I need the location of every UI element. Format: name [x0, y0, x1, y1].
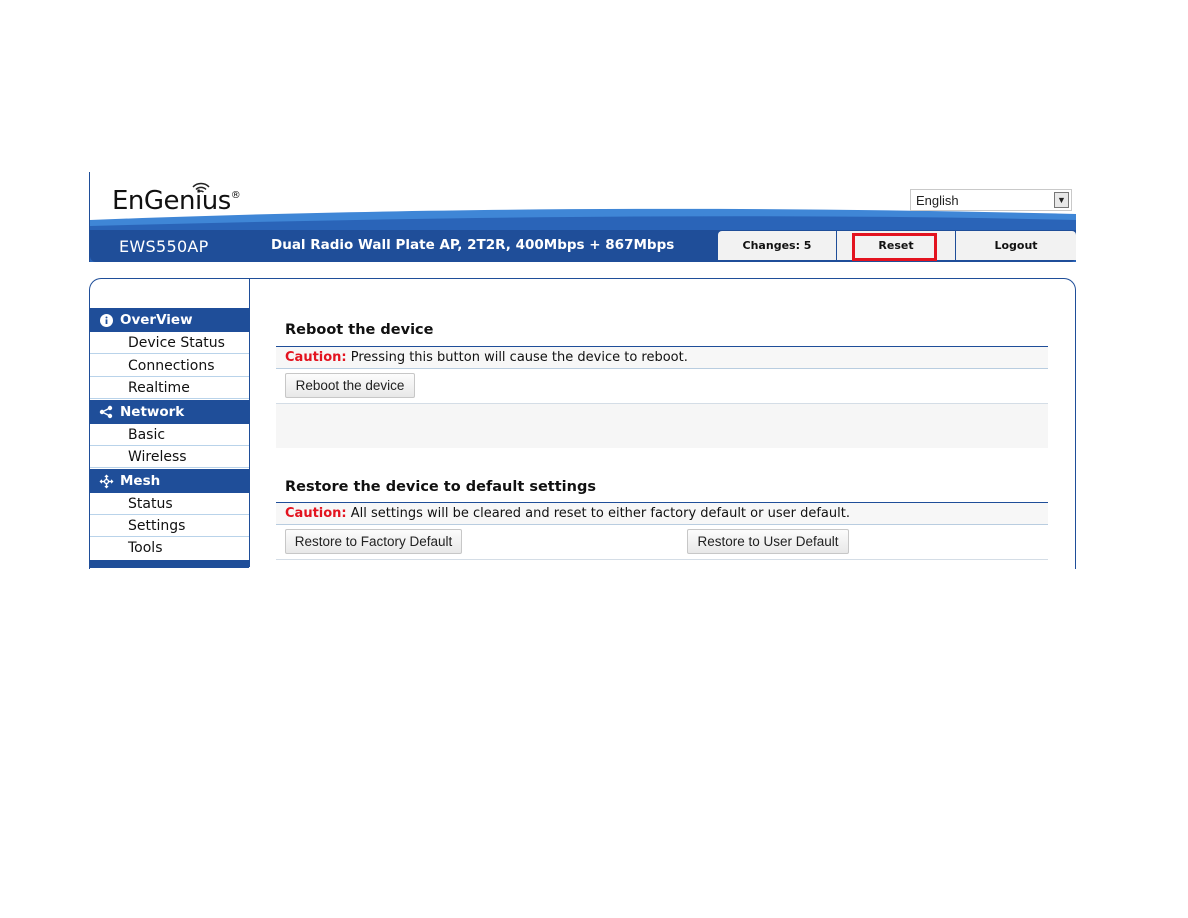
logo-registered-mark: ® — [230, 190, 241, 201]
sidebar-item-basic[interactable]: Basic — [90, 424, 249, 446]
model-name: EWS550AP — [119, 237, 209, 256]
changes-button[interactable]: Changes: 5 — [718, 231, 837, 260]
reboot-section-title: Reboot the device — [285, 322, 434, 338]
restore-user-default-button[interactable]: Restore to User Default — [687, 529, 849, 554]
sidebar-item-device-status[interactable]: Device Status — [90, 332, 249, 354]
section-spacer — [276, 404, 1048, 448]
language-select[interactable]: English ▼ — [910, 189, 1072, 211]
info-icon — [98, 308, 114, 332]
model-description: Dual Radio Wall Plate AP, 2T2R, 400Mbps … — [271, 237, 675, 253]
main-panel: OverView Device Status Connections Realt… — [89, 278, 1076, 569]
chevron-down-icon[interactable]: ▼ — [1054, 192, 1069, 208]
sidebar: OverView Device Status Connections Realt… — [90, 279, 250, 568]
sidebar-group-label: OverView — [120, 312, 193, 328]
restore-button-row: Restore to Factory Default Restore to Us… — [276, 525, 1048, 560]
restore-section-title: Restore the device to default settings — [285, 479, 596, 495]
restore-caution: Caution: All settings will be cleared an… — [276, 503, 1048, 525]
move-arrows-icon — [98, 469, 114, 493]
header: EnGenius® English ▼ EWS550AP Dual Radio … — [89, 172, 1076, 262]
sidebar-item-connections[interactable]: Connections — [90, 355, 249, 377]
caution-label: Caution: — [285, 350, 347, 365]
reboot-button-row: Reboot the device — [276, 369, 1048, 404]
sidebar-group-overview[interactable]: OverView — [90, 308, 249, 332]
sidebar-group-mesh[interactable]: Mesh — [90, 469, 249, 493]
caution-text: Pressing this button will cause the devi… — [346, 350, 688, 365]
logo-text: EnGenius — [112, 186, 231, 216]
restore-factory-default-button[interactable]: Restore to Factory Default — [285, 529, 462, 554]
logout-button[interactable]: Logout — [956, 231, 1076, 260]
caution-text: All settings will be cleared and reset t… — [346, 506, 850, 521]
router-admin-page: EnGenius® English ▼ EWS550AP Dual Radio … — [89, 172, 1076, 569]
sidebar-group-network[interactable]: Network — [90, 400, 249, 424]
caution-label: Caution: — [285, 506, 347, 521]
sidebar-item-wireless[interactable]: Wireless — [90, 446, 249, 468]
engenius-logo: EnGenius® — [112, 186, 241, 216]
reboot-caution: Caution: Pressing this button will cause… — [276, 347, 1048, 369]
sidebar-item-settings[interactable]: Settings — [90, 515, 249, 537]
sidebar-item-realtime[interactable]: Realtime — [90, 377, 249, 399]
reboot-device-button[interactable]: Reboot the device — [285, 373, 415, 398]
language-selected-value: English — [916, 193, 959, 208]
reset-button[interactable]: Reset — [837, 231, 956, 260]
header-bar: EWS550AP Dual Radio Wall Plate AP, 2T2R,… — [90, 230, 1076, 262]
sidebar-item-tools[interactable]: Tools — [90, 537, 249, 559]
sidebar-footer-bar — [90, 560, 249, 568]
sidebar-item-status[interactable]: Status — [90, 493, 249, 515]
sidebar-group-label: Mesh — [120, 473, 161, 489]
share-icon — [98, 400, 114, 424]
wifi-signal-icon — [192, 182, 210, 193]
sidebar-group-label: Network — [120, 404, 185, 420]
